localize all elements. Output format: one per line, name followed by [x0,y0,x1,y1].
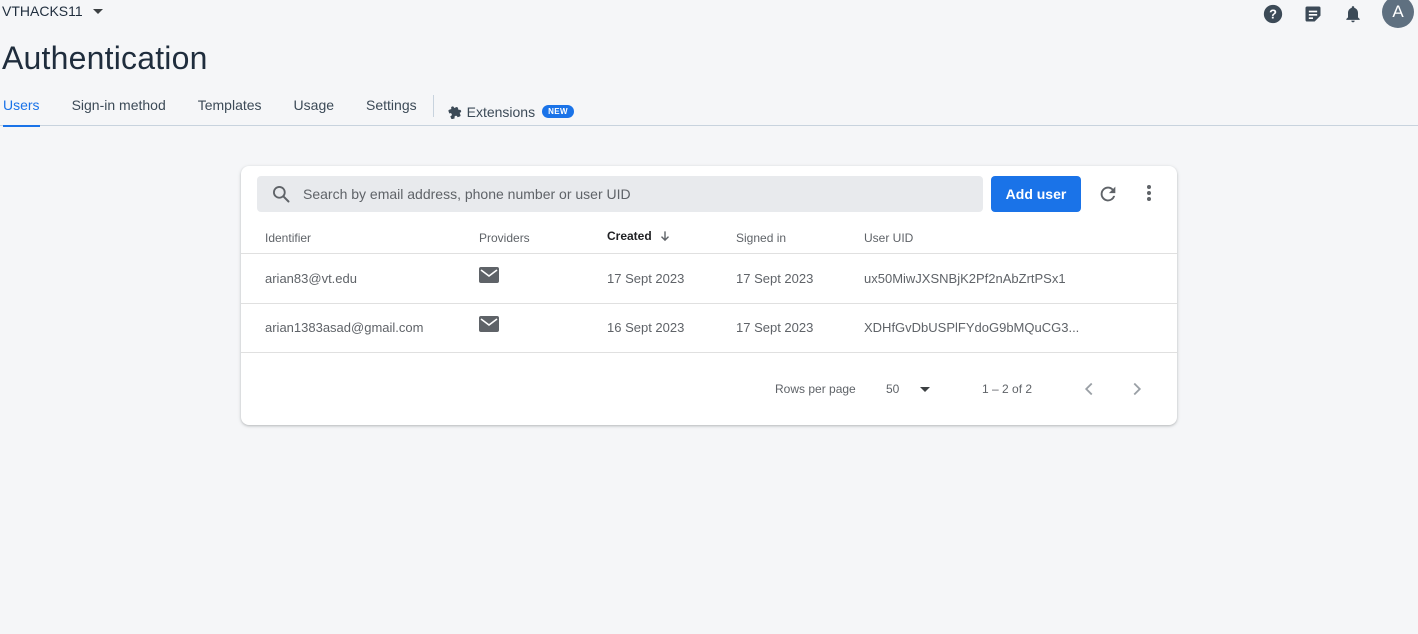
rows-per-page-label: Rows per page [775,382,856,396]
refresh-icon[interactable] [1097,183,1119,205]
column-identifier[interactable]: Identifier [265,231,311,245]
tab-users[interactable]: Users [3,90,40,127]
tab-settings[interactable]: Settings [366,90,417,126]
extensions-icon [448,105,462,119]
help-icon[interactable]: ? [1262,3,1284,25]
svg-text:?: ? [1269,7,1277,22]
search-icon [271,184,291,204]
cell-created: 16 Sept 2023 [607,320,685,335]
chevron-down-icon [92,9,103,14]
pagination-range: 1 – 2 of 2 [982,382,1033,396]
tab-templates[interactable]: Templates [198,90,262,126]
chevron-right-icon[interactable] [1126,378,1148,400]
chevron-down-icon [920,386,931,392]
notifications-icon[interactable] [1342,3,1364,25]
header-actions: ? A [1244,0,1418,28]
table-row[interactable]: arian83@vt.edu 17 Sept 2023 17 Sept 2023… [241,255,1177,304]
users-card: Add user Identifier Providers Created Si… [241,166,1177,425]
search-input[interactable] [303,186,963,202]
tab-extensions-label: Extensions [466,103,536,120]
new-badge: NEW [542,105,574,118]
tab-sign-in-method[interactable]: Sign-in method [72,90,166,126]
rows-per-page-value: 50 [886,382,900,396]
column-signed-in[interactable]: Signed in [736,231,786,245]
search-bar [257,176,983,212]
tab-usage[interactable]: Usage [294,90,334,126]
arrow-down-icon [658,229,672,243]
column-created-label: Created [607,229,652,243]
chevron-left-icon[interactable] [1078,378,1100,400]
rows-per-page-select[interactable]: 50 [886,382,931,396]
more-vert-icon[interactable] [1139,183,1159,205]
table-header: Identifier Providers Created Signed in U… [241,222,1177,254]
avatar[interactable]: A [1382,0,1414,28]
column-user-uid[interactable]: User UID [864,231,913,245]
project-selector[interactable]: VTHACKS11 [2,3,103,19]
project-name: VTHACKS11 [2,3,83,19]
email-icon [479,316,499,335]
tab-bar: Users Sign-in method Templates Usage Set… [0,90,1418,127]
tab-divider [432,95,434,117]
cell-signed-in: 17 Sept 2023 [736,271,814,286]
pagination: Rows per page 50 1 – 2 of 2 [241,374,1177,404]
cell-user-uid: XDHfGvDbUSPlFYdoG9bMQuCG3... [864,320,1080,335]
release-notes-icon[interactable] [1302,3,1324,25]
cell-signed-in: 17 Sept 2023 [736,320,814,335]
tab-extensions[interactable]: Extensions NEW [448,90,574,126]
cell-identifier: arian1383asad@gmail.com [265,320,424,335]
cell-created: 17 Sept 2023 [607,271,685,286]
add-user-button[interactable]: Add user [991,176,1081,212]
cell-identifier: arian83@vt.edu [265,271,357,286]
table-row[interactable]: arian1383asad@gmail.com 16 Sept 2023 17 … [241,304,1177,353]
column-created[interactable]: Created [607,229,672,243]
column-providers[interactable]: Providers [479,231,530,245]
cell-user-uid: ux50MiwJXSNBjK2Pf2nAbZrtPSx1 [864,271,1066,286]
email-icon [479,267,499,286]
page-title: Authentication [2,40,208,76]
